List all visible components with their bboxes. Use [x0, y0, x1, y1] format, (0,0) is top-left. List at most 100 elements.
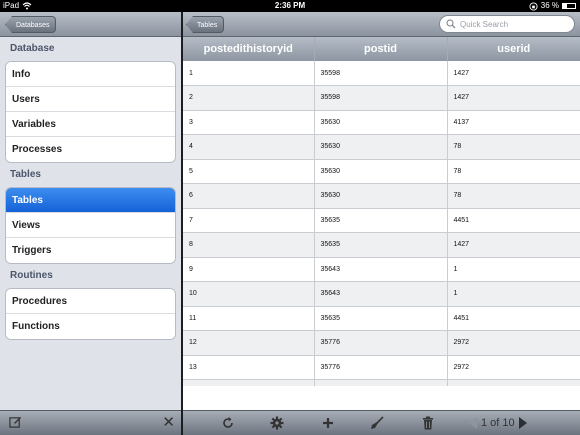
table-cell-postid: 35823 [314, 379, 448, 386]
compose-icon[interactable] [9, 416, 22, 429]
section-title-tables: Tables [10, 169, 41, 180]
table-cell-postid: 35643 [314, 281, 448, 307]
menu-item-variables[interactable]: Variables [6, 112, 175, 137]
table-cell-postedithistoryid: 13 [183, 355, 315, 380]
previous-page-icon[interactable] [469, 417, 477, 429]
data-table-container[interactable]: postedithistoryid postid userid 1 35598 14… [183, 37, 580, 386]
section-title-routines: Routines [10, 270, 53, 281]
data-table: postedithistoryid postid userid 1 35598 14… [183, 37, 580, 386]
table-row[interactable]: 6 35630 78 [183, 183, 580, 209]
gear-icon[interactable] [269, 415, 285, 431]
close-icon[interactable]: ✕ [162, 414, 175, 431]
column-header-postid[interactable]: postid [314, 37, 448, 61]
menu-item-info[interactable]: Info [6, 62, 175, 87]
table-cell-userid: 2972 [447, 330, 580, 356]
table-cell-postedithistoryid: 5 [183, 159, 315, 184]
table-cell-postedithistoryid: 7 [183, 208, 315, 233]
database-group: Info Users Variables Processes [5, 61, 176, 163]
battery-icon [562, 3, 576, 9]
table-cell-userid: 1427 [447, 232, 580, 258]
routines-group: Procedures Functions [5, 288, 176, 340]
menu-item-procedures[interactable]: Procedures [6, 289, 175, 314]
table-cell-postedithistoryid: 6 [183, 183, 315, 209]
column-header-userid[interactable]: userid [447, 37, 580, 61]
table-row[interactable]: 10 35643 1 [183, 281, 580, 307]
table-cell-postedithistoryid: 8 [183, 232, 315, 258]
table-row[interactable]: 7 35635 4451 [183, 208, 580, 233]
right-navbar: Tables [183, 12, 580, 37]
table-cell-userid: 1 [447, 281, 580, 307]
table-cell-postedithistoryid: 14 [183, 379, 315, 386]
table-cell-postid: 35630 [314, 134, 448, 160]
trash-icon[interactable] [420, 415, 436, 431]
table-cell-postedithistoryid: 11 [183, 306, 315, 331]
table-cell-userid: 4451 [447, 208, 580, 233]
table-cell-postedithistoryid: 1 [183, 61, 315, 86]
menu-item-tables[interactable]: Tables [6, 188, 175, 213]
table-cell-postid: 35776 [314, 355, 448, 380]
table-row[interactable]: 13 35776 2972 [183, 355, 580, 380]
table-cell-userid: 1427 [447, 61, 580, 86]
table-row[interactable]: 12 35776 2972 [183, 330, 580, 356]
table-row[interactable]: 9 35643 1 [183, 257, 580, 282]
table-row[interactable]: 4 35630 78 [183, 134, 580, 160]
menu-item-triggers[interactable]: Triggers [6, 238, 175, 263]
section-title-database: Database [10, 43, 55, 54]
table-cell-userid: 3167 [447, 379, 580, 386]
table-cell-userid: 78 [447, 183, 580, 209]
search-icon [446, 19, 456, 29]
table-cell-userid: 4137 [447, 110, 580, 135]
status-right: 36 % [529, 0, 576, 12]
table-cell-postid: 35776 [314, 330, 448, 356]
battery-percent: 36 % [540, 1, 559, 10]
table-body: 1 35598 1427 2 35598 1427 3 35630 4137 4 35630 78 5 3… [183, 61, 580, 386]
right-panel: Tables postedithistoryid postid userid 1… [183, 12, 580, 435]
table-row[interactable]: 3 35630 4137 [183, 110, 580, 135]
table-cell-postedithistoryid: 10 [183, 281, 315, 307]
table-row[interactable]: 14358233167 [183, 379, 580, 386]
table-cell-postid: 35630 [314, 183, 448, 209]
table-cell-postid: 35635 [314, 232, 448, 258]
rotation-lock-icon [529, 1, 538, 11]
table-cell-postedithistoryid: 4 [183, 134, 315, 160]
menu-item-processes[interactable]: Processes [6, 137, 175, 162]
table-cell-userid: 78 [447, 134, 580, 160]
pager: 1 of 10 [469, 414, 527, 432]
menu-item-users[interactable]: Users [6, 87, 175, 112]
table-cell-postid: 35598 [314, 61, 448, 86]
search-field[interactable] [439, 15, 575, 33]
left-panel: Databases Database Info Users Variables … [0, 12, 181, 435]
table-header-row: postedithistoryid postid userid [183, 37, 580, 61]
next-page-icon[interactable] [518, 417, 527, 429]
table-cell-userid: 1 [447, 257, 580, 282]
table-row[interactable]: 8 35635 1427 [183, 232, 580, 258]
broom-icon[interactable] [369, 415, 385, 431]
table-cell-postid: 35643 [314, 257, 448, 282]
add-icon[interactable] [320, 415, 336, 431]
column-header-postedithistoryid[interactable]: postedithistoryid [183, 37, 315, 61]
table-cell-postid: 35635 [314, 306, 448, 331]
tables-group: Tables Views Triggers [5, 187, 176, 264]
page-indicator: 1 of 10 [481, 417, 515, 429]
menu-item-views[interactable]: Views [6, 213, 175, 238]
table-row[interactable]: 5 35630 78 [183, 159, 580, 184]
status-time: 2:36 PM [274, 1, 306, 10]
table-cell-postedithistoryid: 3 [183, 110, 315, 135]
table-cell-userid: 78 [447, 159, 580, 184]
battery-fill [563, 4, 568, 8]
search-input[interactable] [460, 19, 560, 29]
refresh-icon[interactable] [220, 415, 236, 431]
databases-back-button[interactable]: Databases [5, 16, 57, 33]
table-cell-postedithistoryid: 9 [183, 257, 315, 282]
table-row[interactable]: 11 35635 4451 [183, 306, 580, 331]
table-cell-postid: 35630 [314, 110, 448, 135]
table-cell-postid: 35630 [314, 159, 448, 184]
menu-item-functions[interactable]: Functions [6, 314, 175, 339]
table-cell-postid: 35598 [314, 85, 448, 111]
table-cell-userid: 2972 [447, 355, 580, 380]
tables-back-button[interactable]: Tables [186, 16, 225, 33]
left-toolbar: ✕ [0, 410, 181, 435]
table-row[interactable]: 1 35598 1427 [183, 61, 580, 86]
table-row[interactable]: 2 35598 1427 [183, 85, 580, 111]
table-cell-postid: 35635 [314, 208, 448, 233]
